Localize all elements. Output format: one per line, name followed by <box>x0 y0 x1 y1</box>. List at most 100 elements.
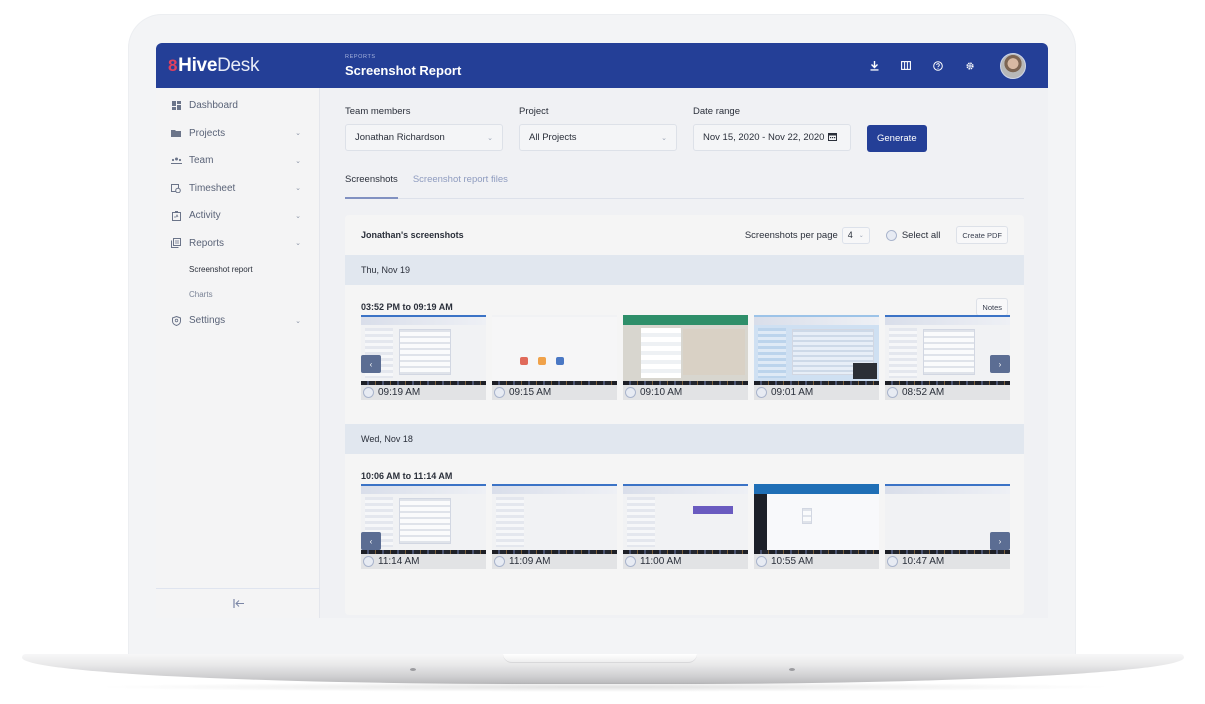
select-all-checkbox[interactable] <box>885 229 897 241</box>
topbar-actions <box>858 52 1048 79</box>
tab-screenshot-report-files[interactable]: Screenshot report files <box>413 174 508 198</box>
screenshot-time: 08:52 AM <box>902 387 945 398</box>
sidebar-item-activity[interactable]: Activity ⌄ <box>156 202 319 230</box>
previous-button[interactable]: ‹ <box>361 532 381 550</box>
sidebar-item-timesheet[interactable]: Timesheet ⌄ <box>156 175 319 203</box>
screenshot-checkbox[interactable] <box>363 387 374 398</box>
chevron-right-icon: › <box>998 359 1002 369</box>
project-filter: Project All Projects ⌄ <box>519 106 677 152</box>
screenshot-thumbnail[interactable] <box>623 484 748 554</box>
screenshot-checkbox[interactable] <box>625 387 636 398</box>
screenshot-checkbox[interactable] <box>756 556 767 567</box>
next-button[interactable]: › <box>990 532 1010 550</box>
top-bar: 8 Hive Desk REPORTS Screenshot Report <box>156 43 1048 88</box>
sidebar: Dashboard Projects ⌄ Team ⌄ Timesheet ⌄ … <box>156 88 320 618</box>
collapse-sidebar-button[interactable] <box>156 588 320 618</box>
per-page-label: Screenshots per page <box>744 229 838 241</box>
timesheet-icon <box>170 182 182 194</box>
screenshot-time: 09:15 AM <box>509 387 552 398</box>
laptop-foot <box>410 668 416 671</box>
screenshot-time: 09:10 AM <box>640 387 683 398</box>
select-all-label: Select all <box>901 229 941 241</box>
screenshot-thumbnail[interactable] <box>754 484 879 554</box>
chevron-down-icon: ⌄ <box>295 212 301 220</box>
screenshot-time: 11:14 AM <box>378 556 420 567</box>
chevron-down-icon: ⌄ <box>295 130 301 138</box>
screenshot-time: 11:00 AM <box>640 556 682 567</box>
settings-shield-icon <box>170 315 182 327</box>
per-page-select[interactable]: 4 ⌄ <box>841 226 870 244</box>
card-title: Jonathan's screenshots <box>361 230 464 240</box>
settings-icon[interactable] <box>954 56 986 76</box>
screenshot-checkbox[interactable] <box>625 556 636 567</box>
screenshot-caption: 09:01 AM <box>754 385 879 400</box>
sidebar-item-dashboard[interactable]: Dashboard <box>156 92 319 120</box>
screenshot-checkbox[interactable] <box>887 387 898 398</box>
screenshots-card: Jonathan's screenshots Screenshots per p… <box>345 215 1024 615</box>
screenshot-item[interactable]: 10:55 AM <box>754 484 879 569</box>
day-header: Thu, Nov 19 <box>345 255 1024 285</box>
card-header: Jonathan's screenshots Screenshots per p… <box>345 215 1024 255</box>
chevron-right-icon: › <box>998 536 1002 546</box>
calendar-icon <box>828 132 838 144</box>
screenshot-caption: 10:55 AM <box>754 554 879 569</box>
report-filters: Team members Jonathan Richardson ⌄ Proje… <box>345 106 1048 152</box>
sidebar-item-label: Settings <box>189 315 226 327</box>
screenshot-thumbnail[interactable] <box>754 315 879 385</box>
select-all-toggle[interactable]: Select all <box>885 229 941 241</box>
screenshot-thumbnail[interactable] <box>361 315 486 385</box>
screenshot-thumbnail[interactable] <box>492 315 617 385</box>
screenshot-item[interactable]: 11:00 AM <box>623 484 748 569</box>
screenshot-checkbox[interactable] <box>494 387 505 398</box>
session-block: 10:06 AM to 11:14 AM 11:14 AM 11:09 AM 1… <box>345 454 1024 569</box>
screenshot-time: 10:55 AM <box>771 556 814 567</box>
tab-screenshots[interactable]: Screenshots <box>345 174 398 199</box>
columns-icon[interactable] <box>890 56 922 76</box>
sidebar-subitem-screenshot-report[interactable]: Screenshot report <box>156 257 319 282</box>
screenshot-item[interactable]: 11:14 AM <box>361 484 486 569</box>
folder-icon <box>170 127 182 139</box>
sidebar-item-settings[interactable]: Settings ⌄ <box>156 307 319 335</box>
create-pdf-button[interactable]: Create PDF <box>956 226 1008 244</box>
team-members-select[interactable]: Jonathan Richardson ⌄ <box>345 124 503 151</box>
screenshot-time: 10:47 AM <box>902 556 945 567</box>
sidebar-item-team[interactable]: Team ⌄ <box>156 147 319 175</box>
dashboard-icon <box>170 100 182 112</box>
screenshot-checkbox[interactable] <box>363 556 374 567</box>
screenshot-thumbnail[interactable] <box>492 484 617 554</box>
screenshot-thumbnail[interactable] <box>885 315 1010 385</box>
laptop-shadow <box>90 682 1120 692</box>
sidebar-subitem-charts[interactable]: Charts <box>156 282 319 307</box>
screenshot-item[interactable]: 09:10 AM <box>623 315 748 400</box>
screenshot-checkbox[interactable] <box>494 556 505 567</box>
notes-button[interactable]: Notes <box>976 298 1008 316</box>
hivedesk-logo[interactable]: 8 Hive Desk <box>156 55 320 77</box>
team-members-label: Team members <box>345 106 411 117</box>
screenshot-item[interactable]: 10:47 AM <box>885 484 1010 569</box>
chevron-left-icon: ‹ <box>369 359 373 369</box>
sidebar-item-label: Dashboard <box>189 100 238 112</box>
download-icon[interactable] <box>858 56 890 76</box>
screenshot-checkbox[interactable] <box>887 556 898 567</box>
screenshot-caption: 10:47 AM <box>885 554 1010 569</box>
sidebar-item-projects[interactable]: Projects ⌄ <box>156 120 319 148</box>
next-button[interactable]: › <box>990 355 1010 373</box>
screenshot-item[interactable]: 09:15 AM <box>492 315 617 400</box>
session-time-range: 10:06 AM to 11:14 AM <box>361 471 453 481</box>
generate-button[interactable]: Generate <box>867 125 927 152</box>
date-range-filter: Date range Nov 15, 2020 - Nov 22, 2020 <box>693 106 851 152</box>
user-avatar[interactable] <box>1000 52 1026 79</box>
chevron-down-icon: ⌄ <box>295 317 301 325</box>
screenshot-checkbox[interactable] <box>756 387 767 398</box>
project-select[interactable]: All Projects ⌄ <box>519 124 677 151</box>
sidebar-item-reports[interactable]: Reports ⌄ <box>156 230 319 258</box>
previous-button[interactable]: ‹ <box>361 355 381 373</box>
screenshot-item[interactable]: 11:09 AM <box>492 484 617 569</box>
sidebar-item-label: Timesheet <box>189 182 236 194</box>
screenshot-item[interactable]: 09:01 AM <box>754 315 879 400</box>
help-icon[interactable] <box>922 56 954 76</box>
chevron-left-icon: ‹ <box>369 536 373 546</box>
chevron-down-icon: ⌄ <box>295 240 301 248</box>
date-range-input[interactable]: Nov 15, 2020 - Nov 22, 2020 <box>693 124 851 151</box>
screenshot-thumbnail[interactable] <box>623 315 748 385</box>
